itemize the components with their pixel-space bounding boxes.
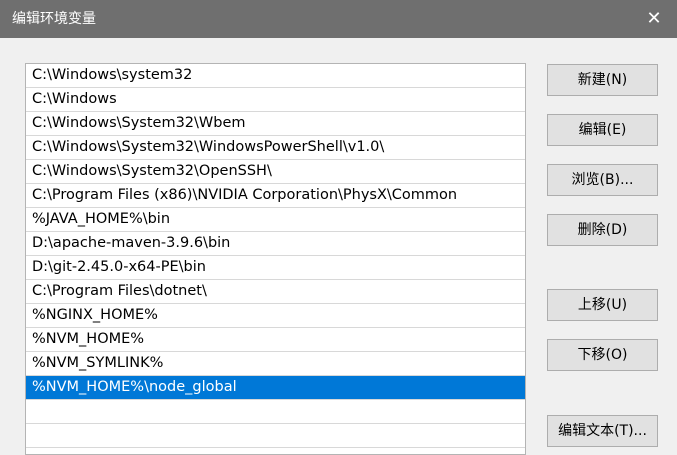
close-button[interactable]: ✕ — [631, 0, 677, 38]
move-up-button[interactable]: 上移(U) — [547, 289, 658, 321]
list-item[interactable]: C:\Windows\System32\OpenSSH\ — [26, 160, 525, 184]
list-item[interactable]: C:\Windows — [26, 88, 525, 112]
path-list[interactable]: C:\Windows\system32 C:\Windows C:\Window… — [25, 63, 526, 455]
list-item[interactable]: D:\apache-maven-3.9.6\bin — [26, 232, 525, 256]
list-item[interactable]: C:\Program Files\dotnet\ — [26, 280, 525, 304]
list-item[interactable]: C:\Windows\System32\Wbem — [26, 112, 525, 136]
list-item[interactable]: %JAVA_HOME%\bin — [26, 208, 525, 232]
dialog-content: C:\Windows\system32 C:\Windows C:\Window… — [0, 38, 677, 455]
delete-button[interactable]: 删除(D) — [547, 214, 658, 246]
list-item[interactable]: C:\Program Files (x86)\NVIDIA Corporatio… — [26, 184, 525, 208]
browse-button[interactable]: 浏览(B)... — [547, 164, 658, 196]
window-title: 编辑环境变量 — [12, 11, 96, 27]
close-icon: ✕ — [646, 8, 662, 29]
list-item[interactable]: C:\Windows\System32\WindowsPowerShell\v1… — [26, 136, 525, 160]
list-item[interactable]: %NVM_HOME% — [26, 328, 525, 352]
new-button[interactable]: 新建(N) — [547, 64, 658, 96]
list-item-empty[interactable] — [26, 400, 525, 424]
edit-text-button[interactable]: 编辑文本(T)... — [547, 415, 658, 447]
list-item[interactable]: C:\Windows\system32 — [26, 64, 525, 88]
list-item[interactable]: %NGINX_HOME% — [26, 304, 525, 328]
list-item-empty[interactable] — [26, 424, 525, 448]
title-bar: 编辑环境变量 ✕ — [0, 0, 677, 38]
list-item[interactable]: D:\git-2.45.0-x64-PE\bin — [26, 256, 525, 280]
list-item[interactable]: %NVM_SYMLINK% — [26, 352, 525, 376]
edit-button[interactable]: 编辑(E) — [547, 114, 658, 146]
list-item-selected[interactable]: %NVM_HOME%\node_global — [26, 376, 525, 400]
move-down-button[interactable]: 下移(O) — [547, 339, 658, 371]
